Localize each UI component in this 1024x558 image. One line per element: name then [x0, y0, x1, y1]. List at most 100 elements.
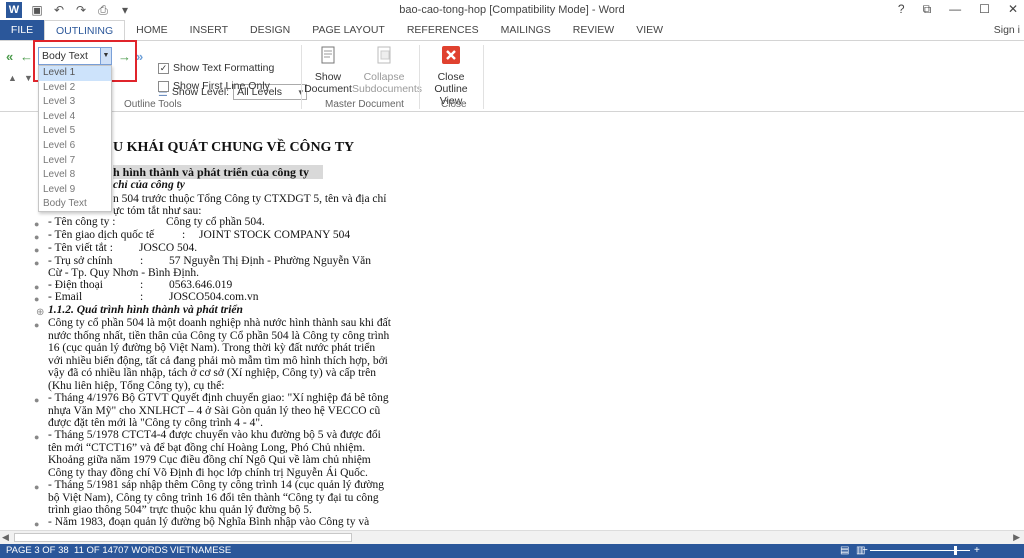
field-value: 0563.646.019	[169, 279, 233, 291]
tab-outlining[interactable]: OUTLINING	[44, 20, 126, 41]
paragraph-line[interactable]: nhựa Văn Mỹ" cho XNLHCT – 4 ở Sài Gòn qu…	[48, 405, 380, 417]
body-line[interactable]: n 504 trước thuộc Tổng Công ty CTXDGT 5,…	[113, 193, 386, 205]
document-area[interactable]: U KHÁI QUÁT CHUNG VỀ CÔNG TY h hình thàn…	[0, 113, 1024, 530]
paragraph-line[interactable]: - Tháng 4/1976 Bộ GTVT Quyết định chuyển…	[48, 392, 389, 404]
paragraph-line[interactable]: - Tháng 5/1981 sáp nhập thêm Công ty côn…	[48, 479, 384, 491]
dropdown-item-level-9[interactable]: Level 9	[39, 183, 111, 198]
heading-2[interactable]: h hình thành và phát triển của công ty	[113, 165, 324, 179]
body-line[interactable]: - Tên viết tắt : JOSCO 504.	[48, 242, 197, 254]
paragraph-line[interactable]: trình giao thông 504” trực thuộc khu quả…	[48, 504, 312, 516]
dropdown-item-level-2[interactable]: Level 2	[39, 81, 111, 96]
move-up-icon[interactable]: ▲	[8, 73, 17, 83]
paragraph-line[interactable]: vậy đã có nhiều lần nhập, tách ở cơ sở (…	[48, 367, 376, 379]
show-text-formatting-checkbox[interactable]: ✓ Show Text Formatting	[158, 62, 274, 74]
demote-to-body-icon[interactable]: »	[136, 49, 143, 64]
show-document-button[interactable]: Show Document	[304, 45, 352, 95]
tab-mailings[interactable]: MAILINGS	[490, 20, 562, 40]
paragraph-line[interactable]: nước thống nhất, tiền thân của Công ty C…	[48, 330, 389, 342]
heading-3[interactable]: chỉ của công ty	[113, 179, 185, 191]
body-line[interactable]: Cừ - Tp. Quy Nhơn - Bình Định.	[48, 267, 199, 279]
field-label: - Tên viết tắt :	[48, 242, 113, 254]
body-line[interactable]: - Trụ sở chính: 57 Nguyễn Thị Định - Phườ…	[48, 255, 371, 267]
undo-icon[interactable]: ↶	[52, 3, 66, 17]
collapse-subdocuments-button[interactable]: Collapse Subdocuments	[352, 45, 422, 95]
dropdown-item-level-3[interactable]: Level 3	[39, 95, 111, 110]
paragraph-line[interactable]: 16 (cục quản lý đường bộ Việt Nam). Tron…	[48, 342, 375, 354]
tab-view[interactable]: VIEW	[625, 20, 674, 40]
title-bar: W ▣ ↶ ↷ ⎙ ▾ bao-cao-tong-hop [Compatibil…	[0, 0, 1024, 20]
close-icon[interactable]: ✕	[1008, 2, 1018, 17]
zoom-slider-thumb[interactable]	[954, 546, 957, 555]
show-document-icon	[321, 46, 335, 64]
tab-home[interactable]: HOME	[125, 20, 179, 40]
dropdown-item-level-1[interactable]: Level 1	[39, 66, 111, 81]
save-icon[interactable]: ▣	[30, 3, 44, 17]
paragraph-line[interactable]: được đặt tên mới là "Công ty công trình …	[48, 417, 263, 429]
customize-icon[interactable]: ▾	[118, 3, 132, 17]
print-layout-icon[interactable]: ▤	[840, 544, 849, 558]
collapse-plus-icon[interactable]: ⊕	[36, 307, 44, 318]
body-line[interactable]: - Tên giao dịch quốc tế: JOINT STOCK COMP…	[48, 229, 350, 241]
promote-to-heading1-icon[interactable]: «	[6, 49, 13, 64]
unchecked-icon[interactable]	[158, 80, 169, 92]
paragraph-line[interactable]: - Năm 1983, đoạn quản lý đường bộ Nghĩa …	[48, 516, 369, 528]
scroll-left-icon[interactable]: ◀	[2, 532, 9, 543]
promote-icon[interactable]: ←	[20, 49, 33, 64]
dropdown-item-level-6[interactable]: Level 6	[39, 139, 111, 154]
tab-references[interactable]: REFERENCES	[396, 20, 490, 40]
zoom-slider[interactable]	[870, 546, 970, 555]
heading-4[interactable]: 1.1.2. Quá trình hình thành và phát triể…	[48, 304, 243, 316]
tab-design[interactable]: DESIGN	[239, 20, 301, 40]
language[interactable]: VIETNAMESE	[170, 544, 231, 558]
minimize-icon[interactable]: —	[949, 2, 961, 17]
bullet-icon: ●	[34, 432, 40, 442]
tab-page-layout[interactable]: PAGE LAYOUT	[301, 20, 396, 40]
field-sep: :	[140, 255, 144, 267]
body-line[interactable]: - Điện thoại: 0563.646.019	[48, 279, 232, 291]
paragraph-line[interactable]: Khoảng giữa năm 1979 Cục điều đồng chí N…	[48, 454, 371, 466]
word-count[interactable]: 11 OF 14707 WORDS	[74, 544, 168, 558]
dropdown-item-level-7[interactable]: Level 7	[39, 154, 111, 169]
horizontal-scrollbar[interactable]: ◀ ▶	[0, 530, 1024, 544]
dropdown-item-level-8[interactable]: Level 8	[39, 168, 111, 183]
sign-in-link[interactable]: Sign i	[994, 24, 1020, 36]
redo-icon[interactable]: ↷	[74, 3, 88, 17]
bullet-icon: ●	[34, 282, 40, 292]
help-icon[interactable]: ?	[898, 2, 905, 17]
show-document-label: Show Document	[304, 71, 352, 95]
tab-review[interactable]: REVIEW	[562, 20, 625, 40]
heading-1[interactable]: U KHÁI QUÁT CHUNG VỀ CÔNG TY	[113, 140, 354, 156]
body-line[interactable]: - Email: JOSCO504.com.vn	[48, 291, 258, 303]
zoom-in-icon[interactable]: +	[974, 544, 980, 558]
show-text-formatting-label: Show Text Formatting	[173, 62, 275, 74]
paragraph-line[interactable]: Công ty cổ phần 504 là một doanh nghiệp …	[48, 317, 391, 329]
print-icon[interactable]: ⎙	[96, 3, 110, 17]
dropdown-item-level-5[interactable]: Level 5	[39, 124, 111, 139]
dropdown-item-body-text[interactable]: Body Text	[39, 197, 111, 212]
paragraph-line[interactable]: tên mới “CTCT16” và để bạt đồng chí Hoàn…	[48, 442, 365, 454]
quick-access-toolbar: W ▣ ↶ ↷ ⎙ ▾	[6, 2, 132, 18]
collapse-subdocuments-icon	[377, 46, 391, 64]
move-down-icon[interactable]: ▼	[24, 73, 33, 83]
paragraph-line[interactable]: với nhiều biến động, tất cả đang phải mò…	[48, 355, 388, 367]
zoom-out-icon[interactable]: −	[862, 544, 868, 558]
paragraph-line[interactable]: - Tháng 5/1978 CTCT4-4 được chuyển vào k…	[48, 429, 381, 441]
tab-file[interactable]: FILE	[0, 20, 44, 40]
maximize-icon[interactable]: ☐	[979, 2, 990, 17]
page-count[interactable]: PAGE 3 OF 38	[6, 544, 69, 558]
tab-insert[interactable]: INSERT	[179, 20, 239, 40]
bullet-icon: ●	[34, 482, 40, 492]
paragraph-line[interactable]: bộ Việt Nam), Công ty công trình 16 đổi …	[48, 492, 379, 504]
show-first-line-only-checkbox[interactable]: Show First Line Only	[158, 80, 270, 92]
paragraph-line[interactable]: (Khu liên hiệp, Tổng Công ty), cụ thể:	[48, 380, 224, 392]
field-sep: :	[140, 291, 144, 303]
close-outline-view-button[interactable]: Close Outline View	[422, 45, 480, 107]
checked-icon[interactable]: ✓	[158, 62, 169, 74]
outline-tools-group-label: Outline Tools	[124, 99, 182, 110]
scroll-right-icon[interactable]: ▶	[1013, 532, 1020, 543]
paragraph-line[interactable]: Công ty thay đồng chí Võ Định đi học lớp…	[48, 467, 368, 479]
body-line[interactable]: - Tên công ty : Công ty cổ phần 504.	[48, 216, 265, 228]
dropdown-item-level-4[interactable]: Level 4	[39, 110, 111, 125]
scroll-thumb[interactable]	[14, 533, 352, 542]
ribbon-display-icon[interactable]: ⧉	[923, 2, 932, 17]
